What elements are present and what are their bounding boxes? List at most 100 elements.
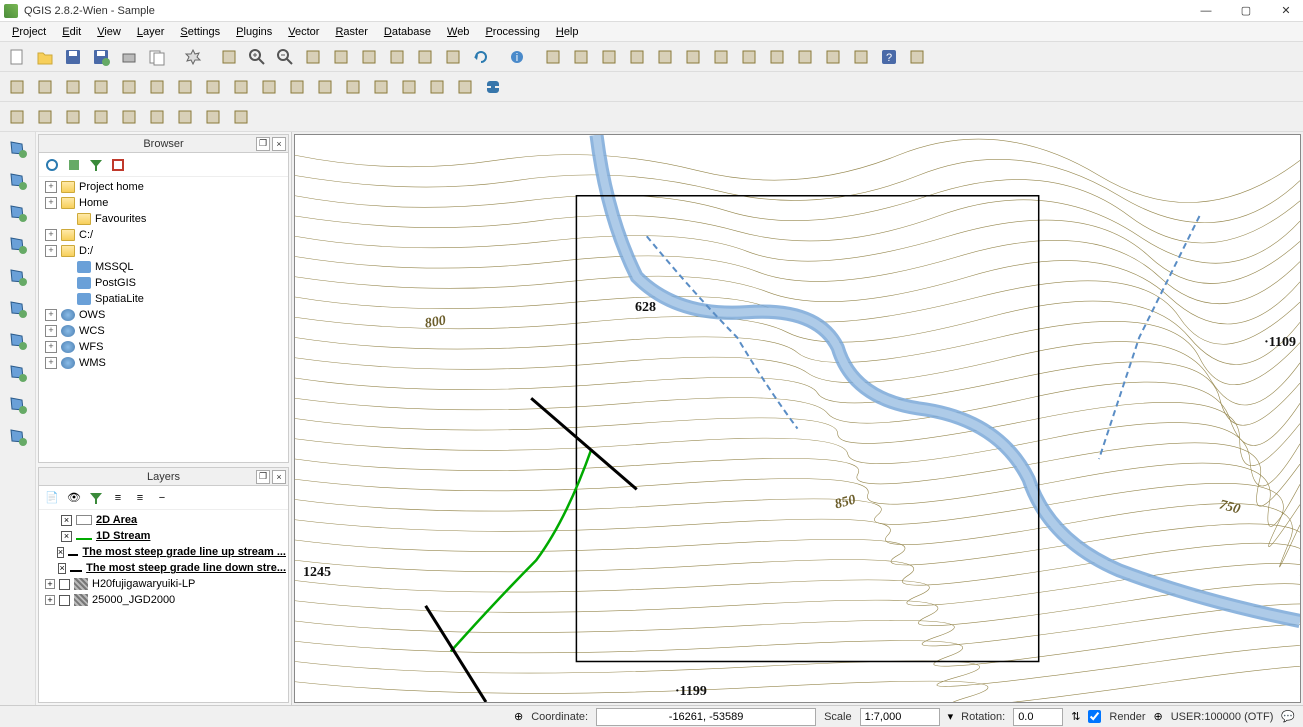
open-table-icon[interactable] xyxy=(680,44,706,70)
measure-icon[interactable] xyxy=(736,44,762,70)
scale-lock-icon[interactable]: ▾ xyxy=(948,710,954,723)
coordinate-input[interactable] xyxy=(596,708,816,726)
menu-processing[interactable]: Processing xyxy=(477,24,547,40)
sigma-icon[interactable] xyxy=(652,44,678,70)
crs-icon[interactable]: ⊕ xyxy=(1153,710,1162,723)
menu-edit[interactable]: Edit xyxy=(54,24,89,40)
menu-settings[interactable]: Settings xyxy=(172,24,228,40)
save-layer-icon[interactable] xyxy=(60,74,86,100)
label-show-icon[interactable] xyxy=(368,74,394,100)
copy-features-icon[interactable] xyxy=(228,74,254,100)
pan-to-selection-icon[interactable] xyxy=(216,44,242,70)
messages-icon[interactable]: 💬 xyxy=(1281,710,1295,723)
wizard-icon[interactable] xyxy=(4,104,30,130)
rotate-tool-icon[interactable] xyxy=(116,104,142,130)
imagery-icon[interactable] xyxy=(228,104,254,130)
add-wfs-icon[interactable] xyxy=(5,328,31,354)
rotation-input[interactable] xyxy=(1013,708,1063,726)
current-edits-icon[interactable] xyxy=(4,74,30,100)
browser-item[interactable]: SpatiaLite xyxy=(41,291,286,307)
crosshair-icon[interactable] xyxy=(144,104,170,130)
deselect-icon[interactable] xyxy=(596,44,622,70)
identify-icon[interactable]: i xyxy=(504,44,530,70)
rect-select-icon[interactable] xyxy=(172,104,198,130)
node-tool-icon[interactable] xyxy=(144,74,170,100)
wand-icon[interactable] xyxy=(60,104,86,130)
manage-visibility-icon[interactable]: 👁 xyxy=(65,489,83,507)
browser-item[interactable]: PostGIS xyxy=(41,275,286,291)
filter-legend-icon[interactable] xyxy=(87,489,105,507)
label-pin-icon[interactable] xyxy=(340,74,366,100)
help-icon[interactable]: ? xyxy=(876,44,902,70)
add-feature-icon[interactable] xyxy=(88,74,114,100)
zoom-next-icon[interactable] xyxy=(440,44,466,70)
composer-manager-icon[interactable] xyxy=(144,44,170,70)
layers-undock-button[interactable]: ❐ xyxy=(256,470,270,484)
scale-input[interactable] xyxy=(860,708,940,726)
add-spatialite-icon[interactable] xyxy=(5,200,31,226)
bookmarks-icon[interactable] xyxy=(820,44,846,70)
label-rotate-icon[interactable] xyxy=(424,74,450,100)
layers-close-button[interactable]: × xyxy=(272,470,286,484)
add-delimited-icon[interactable] xyxy=(5,360,31,386)
layer-item[interactable]: ×2D Area xyxy=(41,512,286,528)
browser-item[interactable]: Favourites xyxy=(41,211,286,227)
cut-features-icon[interactable] xyxy=(200,74,226,100)
add-vector-icon[interactable] xyxy=(5,136,31,162)
layer-visibility-checkbox[interactable] xyxy=(59,595,70,606)
save-as-icon[interactable] xyxy=(88,44,114,70)
new-project-icon[interactable] xyxy=(4,44,30,70)
pan-icon[interactable] xyxy=(180,44,206,70)
save-icon[interactable] xyxy=(60,44,86,70)
paste-features-icon[interactable] xyxy=(256,74,282,100)
python-console-icon[interactable] xyxy=(480,74,506,100)
layer-item[interactable]: ×1D Stream xyxy=(41,528,286,544)
refresh-icon[interactable] xyxy=(43,156,61,174)
add-wms-icon[interactable] xyxy=(5,264,31,290)
add-wcs-icon[interactable] xyxy=(5,296,31,322)
layer-item[interactable]: +H20fujigawaryuiki-LP xyxy=(41,576,286,592)
menu-help[interactable]: Help xyxy=(548,24,587,40)
menu-layer[interactable]: Layer xyxy=(129,24,173,40)
add-postgis-icon[interactable] xyxy=(5,232,31,258)
zoom-out-icon[interactable] xyxy=(272,44,298,70)
layer-visibility-checkbox[interactable] xyxy=(59,579,70,590)
text-tool-icon[interactable] xyxy=(848,44,874,70)
layer-item[interactable]: ×The most steep grade line up stream ... xyxy=(41,544,286,560)
add-group-icon[interactable]: 📄 xyxy=(43,489,61,507)
browser-item[interactable]: +D:/ xyxy=(41,243,286,259)
label-abc-icon[interactable] xyxy=(284,74,310,100)
menu-project[interactable]: Project xyxy=(4,24,54,40)
toggle-extents-icon[interactable]: ⊕ xyxy=(514,710,523,723)
maximize-button[interactable]: ▢ xyxy=(1233,2,1259,20)
layer-visibility-checkbox[interactable]: × xyxy=(61,515,72,526)
add-layer-icon[interactable] xyxy=(65,156,83,174)
zoom-selection-icon[interactable] xyxy=(356,44,382,70)
menu-raster[interactable]: Raster xyxy=(327,24,375,40)
layers-tree[interactable]: ×2D Area×1D Stream×The most steep grade … xyxy=(39,510,288,702)
rotation-spinner-icon[interactable]: ⇅ xyxy=(1071,710,1080,723)
browser-tree[interactable]: +Project home+Home Favourites+C:/+D:/ MS… xyxy=(39,177,288,462)
menu-plugins[interactable]: Plugins xyxy=(228,24,280,40)
map-tips-icon[interactable] xyxy=(764,44,790,70)
open-project-icon[interactable] xyxy=(32,44,58,70)
expression-select-icon[interactable] xyxy=(624,44,650,70)
render-checkbox[interactable] xyxy=(1088,710,1101,723)
filter-icon[interactable] xyxy=(87,156,105,174)
menu-web[interactable]: Web xyxy=(439,24,477,40)
move-feature-icon[interactable] xyxy=(116,74,142,100)
zoom-last-icon[interactable] xyxy=(412,44,438,70)
text-annotation-icon[interactable] xyxy=(792,44,818,70)
chart-icon[interactable] xyxy=(200,104,226,130)
menu-vector[interactable]: Vector xyxy=(280,24,327,40)
menu-database[interactable]: Database xyxy=(376,24,439,40)
label-move-icon[interactable] xyxy=(396,74,422,100)
zoom-layer-icon[interactable] xyxy=(384,44,410,70)
zoom-native-icon[interactable] xyxy=(300,44,326,70)
browser-undock-button[interactable]: ❐ xyxy=(256,137,270,151)
map-canvas[interactable]: 628 ·1109 1245 ·1199 850 750 800 xyxy=(294,134,1301,703)
new-shapefile-icon[interactable] xyxy=(5,424,31,450)
layer-visibility-checkbox[interactable]: × xyxy=(61,531,72,542)
map-icon[interactable] xyxy=(32,104,58,130)
browser-item[interactable]: +Home xyxy=(41,195,286,211)
